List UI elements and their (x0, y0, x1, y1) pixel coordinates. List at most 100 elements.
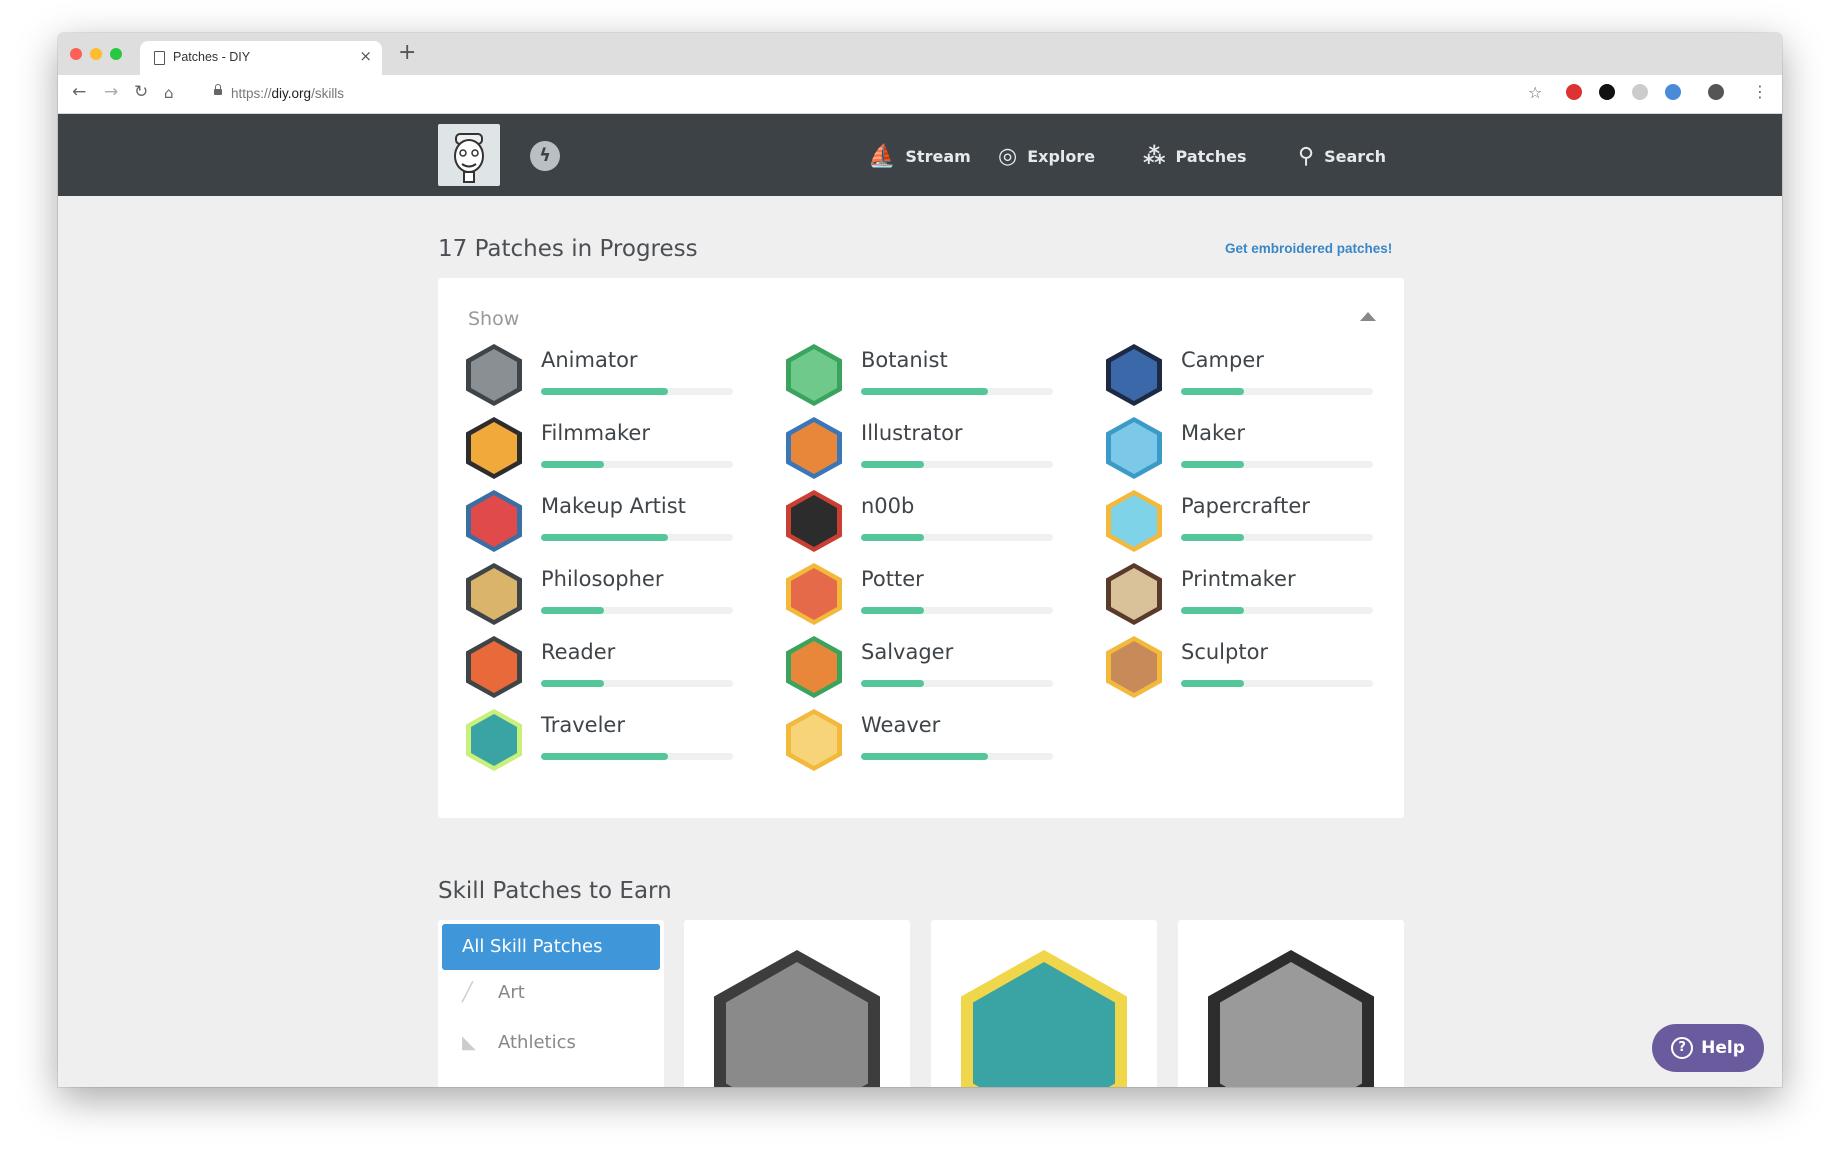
nav-stream[interactable]: ⛵ Stream (868, 144, 971, 169)
patch-progress-bar (1181, 680, 1373, 687)
patch-item[interactable]: Makeup Artist (466, 490, 766, 552)
patch-badge-icon (466, 417, 522, 479)
patch-name: Filmmaker (541, 421, 650, 445)
pinterest-extension-icon[interactable] (1566, 84, 1582, 100)
patch-badge-art (791, 422, 837, 474)
patch-item[interactable]: Sculptor (1106, 636, 1406, 698)
planet-icon: ◎ (998, 144, 1018, 169)
new-tab-icon[interactable]: + (398, 40, 416, 65)
forward-icon[interactable]: → (104, 82, 118, 102)
patch-item[interactable]: Illustrator (786, 417, 1086, 479)
patch-item[interactable]: Camper (1106, 344, 1406, 406)
patch-item[interactable]: Traveler (466, 709, 766, 771)
reload-icon[interactable]: ↻ (134, 82, 148, 102)
patch-item[interactable]: Printmaker (1106, 563, 1406, 625)
url-text: https://diy.org/skills (231, 86, 345, 101)
patch-art (973, 962, 1115, 1087)
patch-name: Papercrafter (1181, 494, 1310, 518)
address-bar[interactable]: https://diy.org/skills (206, 81, 1616, 107)
patch-progress-bar (541, 680, 733, 687)
patch-badge-art (471, 495, 517, 547)
patch-progress-fill (1181, 534, 1245, 541)
close-window-button[interactable] (70, 48, 82, 60)
patch-name: Botanist (861, 348, 948, 372)
patch-badge-art (791, 714, 837, 766)
page-icon (154, 51, 165, 65)
help-button[interactable]: ? Help (1652, 1024, 1764, 1072)
patch-name: Printmaker (1181, 567, 1296, 591)
patch-progress-bar (541, 461, 733, 468)
patch-badge-icon (786, 344, 842, 406)
patch-name: Salvager (861, 640, 954, 664)
patch-item[interactable]: Maker (1106, 417, 1406, 479)
extension-icon[interactable] (1665, 84, 1681, 100)
patch-progress-bar (541, 388, 733, 395)
patch-item[interactable]: Filmmaker (466, 417, 766, 479)
statue-patch-icon (714, 950, 880, 1087)
patch-item[interactable]: Botanist (786, 344, 1086, 406)
filter-athletics[interactable]: Athletics (498, 1032, 576, 1053)
help-label: Help (1701, 1038, 1745, 1058)
patch-progress-bar (1181, 388, 1373, 395)
show-label[interactable]: Show (468, 308, 519, 330)
patch-badge-icon (1106, 636, 1162, 698)
lock-icon (214, 84, 222, 95)
patch-progress-fill (861, 607, 925, 614)
patch-name: Sculptor (1181, 640, 1269, 664)
patch-item[interactable]: Reader (466, 636, 766, 698)
avatar[interactable] (438, 124, 500, 186)
filter-all-skill-patches[interactable]: All Skill Patches (442, 924, 660, 970)
embroidered-patches-link[interactable]: Get embroidered patches! (1225, 241, 1392, 256)
patch-item[interactable]: Potter (786, 563, 1086, 625)
minimize-window-button[interactable] (90, 48, 102, 60)
patch-badge-icon (1106, 417, 1162, 479)
home-icon[interactable]: ⌂ (164, 84, 174, 102)
patch-item[interactable]: Animator (466, 344, 766, 406)
patch-progress-bar (541, 534, 733, 541)
filter-art[interactable]: Art (498, 982, 525, 1003)
patch-name: Potter (861, 567, 924, 591)
skill-card[interactable] (931, 920, 1157, 1087)
nav-patches[interactable]: ⁂ Patches (1143, 144, 1247, 169)
patch-name: Reader (541, 640, 616, 664)
patch-progress-fill (541, 607, 605, 614)
blocked-extension-icon[interactable] (1632, 84, 1648, 100)
earn-title: Skill Patches to Earn (438, 878, 672, 904)
skill-card[interactable] (684, 920, 910, 1087)
patch-art (1220, 962, 1362, 1087)
fish-patch-icon (961, 950, 1127, 1087)
patch-item[interactable]: Salvager (786, 636, 1086, 698)
back-icon[interactable]: ← (72, 82, 86, 102)
maximize-window-button[interactable] (110, 48, 122, 60)
skill-card[interactable] (1178, 920, 1404, 1087)
nav-patches-label: Patches (1175, 147, 1247, 166)
menu-icon[interactable]: ⋮ (1752, 82, 1768, 101)
nav-explore[interactable]: ◎ Explore (998, 144, 1095, 169)
browser-tab[interactable]: Patches - DIY × (140, 41, 382, 75)
patch-badge-art (471, 422, 517, 474)
bookmark-star-icon[interactable]: ☆ (1528, 83, 1542, 102)
patch-item[interactable]: n00b (786, 490, 1086, 552)
onepassword-extension-icon[interactable] (1599, 84, 1615, 100)
bolt-icon[interactable]: ϟ (530, 141, 560, 171)
tab-title: Patches - DIY (173, 50, 251, 64)
patch-progress-fill (541, 680, 605, 687)
patch-badge-art (1111, 422, 1157, 474)
patch-name: Camper (1181, 348, 1264, 372)
patch-badge-icon (1106, 344, 1162, 406)
patch-name: Maker (1181, 421, 1245, 445)
patch-progress-bar (861, 753, 1053, 760)
patch-progress-bar (1181, 607, 1373, 614)
nav-search[interactable]: ⚲ Search (1298, 144, 1386, 169)
patch-progress-bar (861, 388, 1053, 395)
close-tab-icon[interactable]: × (359, 47, 372, 65)
patch-badge-icon (1106, 490, 1162, 552)
patch-badge-icon (786, 490, 842, 552)
patch-item[interactable]: Philosopher (466, 563, 766, 625)
patch-item[interactable]: Papercrafter (1106, 490, 1406, 552)
collapse-icon[interactable] (1360, 312, 1376, 321)
patch-badge-icon (786, 563, 842, 625)
patch-item[interactable]: Weaver (786, 709, 1086, 771)
profile-icon[interactable] (1708, 84, 1724, 100)
patch-progress-fill (861, 753, 988, 760)
